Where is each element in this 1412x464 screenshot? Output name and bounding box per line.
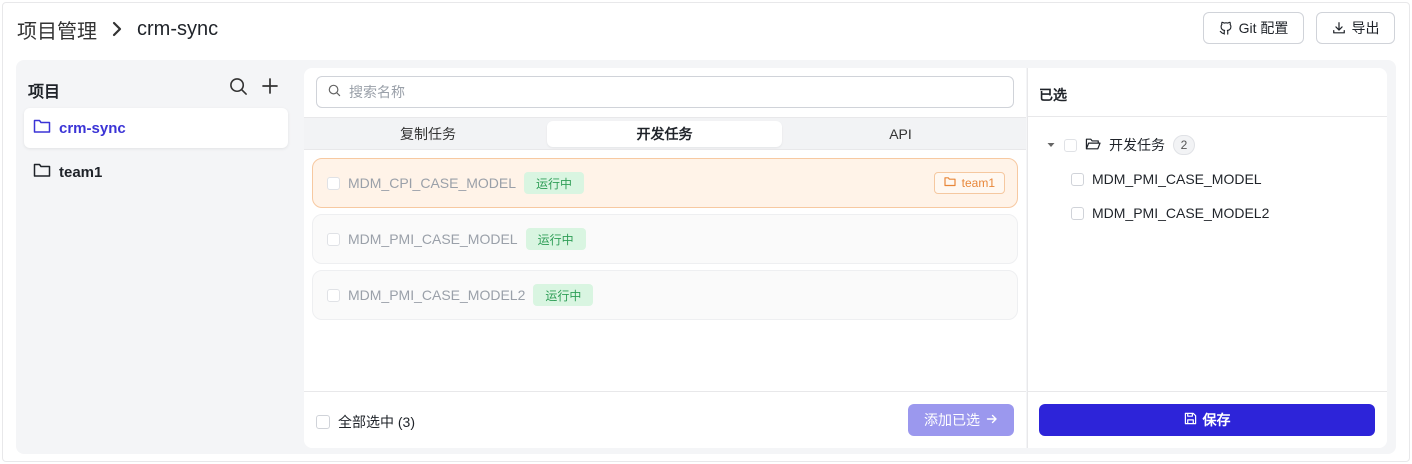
folder-tag-label: team1 xyxy=(961,176,995,190)
tab-copy-tasks[interactable]: 复制任务 xyxy=(310,121,546,147)
task-name: MDM_PMI_CASE_MODEL2 xyxy=(348,287,526,303)
add-selected-label: 添加已选 xyxy=(924,412,980,428)
selected-item[interactable]: MDM_PMI_CASE_MODEL xyxy=(1071,169,1262,189)
task-row[interactable]: MDM_PMI_CASE_MODEL 运行中 xyxy=(312,214,1018,264)
search-input[interactable]: 搜索名称 xyxy=(316,76,1014,108)
add-icon[interactable] xyxy=(260,76,280,96)
divider xyxy=(304,391,1026,392)
selected-item-checkbox[interactable] xyxy=(1071,206,1084,220)
tree-group-dev-tasks[interactable]: 开发任务 2 xyxy=(1046,135,1195,155)
task-row[interactable]: MDM_CPI_CASE_MODEL 运行中 team1 xyxy=(312,158,1018,208)
folder-open-icon xyxy=(1085,137,1101,154)
task-checkbox[interactable] xyxy=(327,288,340,302)
save-icon xyxy=(1184,412,1197,428)
folder-icon xyxy=(33,118,51,138)
breadcrumb-current: crm-sync xyxy=(137,17,219,40)
chevron-right-icon xyxy=(111,21,123,37)
folder-icon xyxy=(944,176,956,190)
selected-item-label: MDM_PMI_CASE_MODEL2 xyxy=(1092,205,1270,221)
select-all-checkbox[interactable] xyxy=(316,415,330,429)
task-name: MDM_PMI_CASE_MODEL xyxy=(348,231,518,247)
status-badge: 运行中 xyxy=(525,228,586,250)
task-checkbox[interactable] xyxy=(327,232,340,246)
tree-group-label: 开发任务 xyxy=(1109,137,1165,153)
group-checkbox[interactable] xyxy=(1064,138,1077,152)
status-badge: 运行中 xyxy=(533,284,594,306)
selected-item[interactable]: MDM_PMI_CASE_MODEL2 xyxy=(1071,203,1269,223)
sidebar-item-crm-sync[interactable]: crm-sync xyxy=(24,108,288,148)
count-badge: 2 xyxy=(1173,135,1195,155)
select-all-label: 全部选中 (3) xyxy=(338,414,415,430)
caret-down-icon[interactable] xyxy=(1046,137,1056,153)
sidebar-item-label: crm-sync xyxy=(59,119,126,137)
divider xyxy=(1027,391,1387,392)
download-icon xyxy=(1332,21,1346,35)
task-row[interactable]: MDM_PMI_CASE_MODEL2 运行中 xyxy=(312,270,1018,320)
github-icon xyxy=(1219,21,1233,35)
search-placeholder: 搜索名称 xyxy=(349,84,405,100)
status-badge: 运行中 xyxy=(524,172,585,194)
arrow-right-icon xyxy=(986,412,998,428)
folder-tag: team1 xyxy=(933,172,1005,194)
sidebar-title: 项目 xyxy=(28,84,61,101)
search-icon[interactable] xyxy=(228,76,248,96)
task-name: MDM_CPI_CASE_MODEL xyxy=(348,175,517,191)
save-button[interactable]: 保存 xyxy=(1039,404,1375,436)
export-button[interactable]: 导出 xyxy=(1316,12,1395,44)
search-icon xyxy=(328,84,341,100)
git-config-label: Git 配置 xyxy=(1238,20,1289,36)
tab-dev-tasks[interactable]: 开发任务 xyxy=(547,121,782,147)
export-label: 导出 xyxy=(1351,20,1380,36)
divider xyxy=(1027,116,1387,117)
sidebar-item-label: team1 xyxy=(59,163,103,181)
save-label: 保存 xyxy=(1202,412,1231,428)
folder-icon xyxy=(33,162,51,182)
selected-panel-title: 已选 xyxy=(1039,87,1067,103)
sidebar-item-team1[interactable]: team1 xyxy=(24,152,288,192)
selected-item-checkbox[interactable] xyxy=(1071,172,1084,186)
select-all[interactable]: 全部选中 (3) xyxy=(316,412,415,432)
task-checkbox[interactable] xyxy=(327,176,340,190)
selected-item-label: MDM_PMI_CASE_MODEL xyxy=(1092,171,1262,187)
add-selected-button[interactable]: 添加已选 xyxy=(908,404,1014,436)
breadcrumb: 项目管理 crm-sync xyxy=(17,15,219,44)
git-config-button[interactable]: Git 配置 xyxy=(1203,12,1304,44)
breadcrumb-root[interactable]: 项目管理 xyxy=(17,15,97,44)
task-tabs: 复制任务 开发任务 API xyxy=(304,117,1026,150)
tab-api[interactable]: API xyxy=(783,121,1018,147)
